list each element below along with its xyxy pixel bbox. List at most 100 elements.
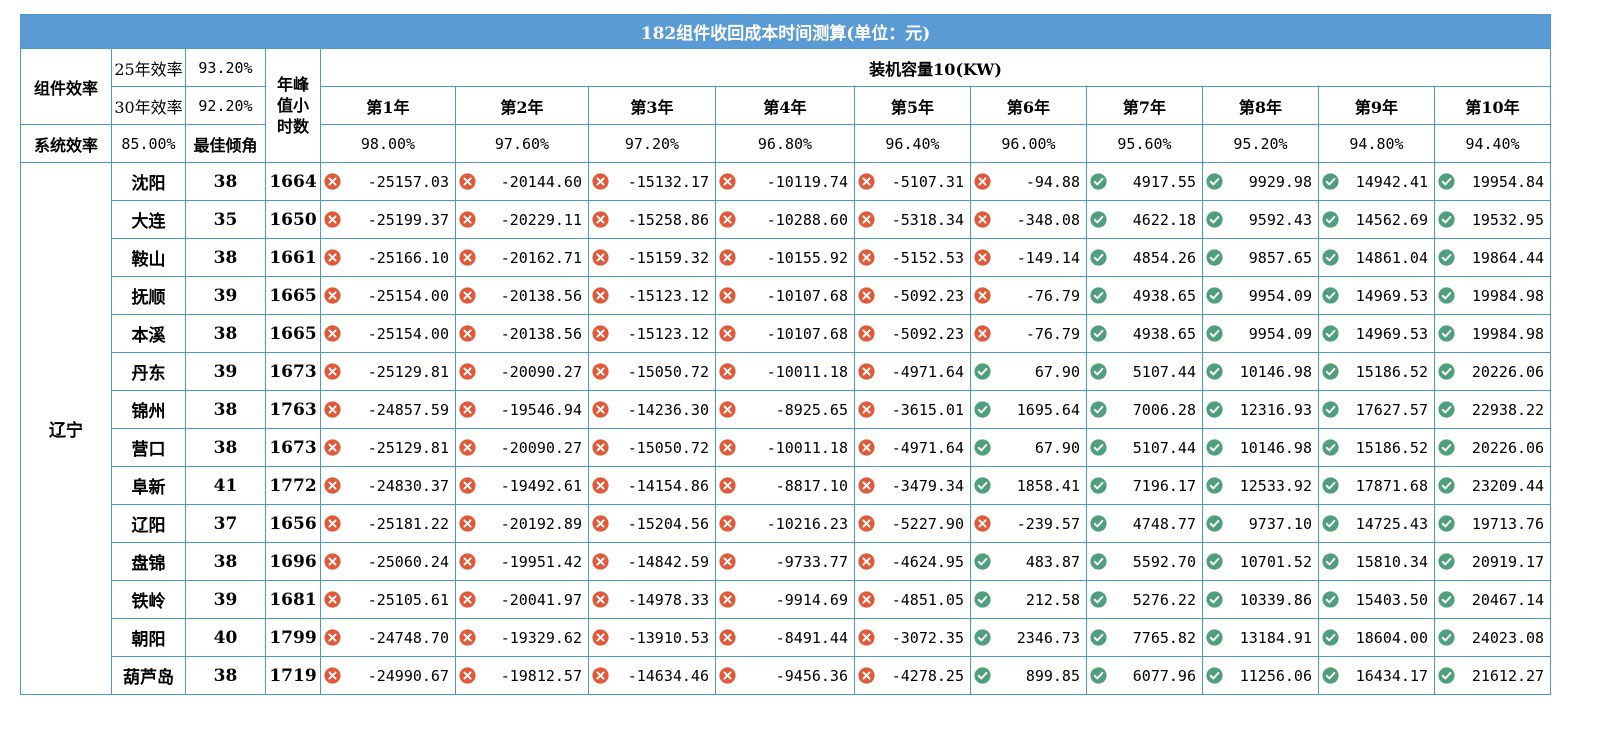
tilt-angle: 38 — [185, 162, 266, 201]
payback-value: 14942.41 — [1355, 172, 1428, 191]
payback-value: -76.79 — [1025, 286, 1080, 305]
x-circle-icon — [592, 629, 609, 646]
peak-hours: 1656 — [265, 504, 321, 543]
payback-value-cell: 4938.65 — [1086, 276, 1203, 315]
payback-value-cell: -25157.03 — [320, 162, 456, 201]
payback-value: -20138.56 — [500, 286, 582, 305]
tilt-angle: 35 — [185, 200, 266, 239]
check-circle-icon — [1438, 363, 1455, 380]
payback-value: -20144.60 — [500, 172, 582, 191]
x-circle-icon — [858, 667, 875, 684]
tilt-angle: 40 — [185, 618, 266, 657]
x-circle-icon — [459, 249, 476, 266]
payback-value: 20467.14 — [1471, 590, 1545, 609]
payback-value-cell: 483.87 — [970, 542, 1087, 581]
table-row: 铁岭 39 1681 -25105.61 -20041.97 -14978.33 -9914… — [21, 580, 1552, 619]
payback-value: -5152.53 — [891, 248, 964, 267]
check-circle-icon — [1206, 515, 1223, 532]
table-row: 盘锦 38 1696 -25060.24 -19951.42 -14842.59 -9733… — [21, 542, 1552, 581]
payback-value: -25157.03 — [367, 172, 449, 191]
x-circle-icon — [719, 591, 736, 608]
payback-value-cell: 10339.86 — [1202, 580, 1319, 619]
payback-value: -10011.18 — [766, 362, 848, 381]
payback-value: -15123.12 — [627, 324, 709, 343]
payback-value-cell: -25181.22 — [320, 504, 456, 543]
table-row: 辽宁 沈阳 38 1664 -25157.03 -20144.60 -15132.17 -10… — [20, 162, 1552, 695]
payback-value: -25166.10 — [367, 248, 449, 267]
payback-value-cell: -20090.27 — [455, 352, 589, 391]
check-circle-icon — [1206, 363, 1223, 380]
eff30-label: 30年效率 — [111, 86, 186, 125]
x-circle-icon — [592, 363, 609, 380]
payback-value: 20919.17 — [1471, 552, 1545, 571]
payback-value: 5276.22 — [1132, 590, 1196, 609]
check-circle-icon — [974, 439, 991, 456]
payback-value: -3072.35 — [891, 628, 964, 647]
x-circle-icon — [459, 401, 476, 418]
table-row: 辽阳 37 1656 -25181.22 -20192.89 -15204.56 -1021… — [21, 504, 1552, 543]
payback-value: 14861.04 — [1355, 248, 1428, 267]
check-circle-icon — [1090, 515, 1107, 532]
payback-value-cell: 9954.09 — [1202, 276, 1319, 315]
x-circle-icon — [459, 211, 476, 228]
payback-value-cell: 7765.82 — [1086, 618, 1203, 657]
payback-value: -15258.86 — [627, 210, 709, 229]
x-circle-icon — [858, 325, 875, 342]
peak-hours: 1665 — [265, 276, 321, 315]
x-circle-icon — [324, 401, 341, 418]
city-name: 本溪 — [111, 314, 186, 353]
tilt-angle: 38 — [185, 542, 266, 581]
check-circle-icon — [1322, 401, 1339, 418]
peak-hours: 1650 — [265, 200, 321, 239]
payback-value-cell: 10146.98 — [1202, 352, 1319, 391]
payback-value: 21612.27 — [1471, 666, 1545, 685]
check-circle-icon — [1322, 553, 1339, 570]
peak-hours: 1661 — [265, 238, 321, 277]
payback-value: 17627.57 — [1355, 400, 1428, 419]
payback-value-cell: -25154.00 — [320, 314, 456, 353]
check-circle-icon — [1322, 591, 1339, 608]
payback-value: 4917.55 — [1132, 172, 1196, 191]
x-circle-icon — [592, 439, 609, 456]
payback-value: 19713.76 — [1471, 514, 1545, 533]
payback-value: 22938.22 — [1471, 400, 1545, 419]
payback-value: 13184.91 — [1239, 628, 1312, 647]
payback-value-cell: -10011.18 — [715, 352, 855, 391]
check-circle-icon — [1322, 667, 1339, 684]
payback-value: 10339.86 — [1239, 590, 1312, 609]
check-circle-icon — [1438, 211, 1455, 228]
payback-value-cell: 19984.98 — [1433, 276, 1552, 315]
city-name: 沈阳 — [111, 162, 186, 201]
x-circle-icon — [324, 591, 341, 608]
payback-value-cell: -76.79 — [970, 314, 1087, 353]
payback-value: 14562.69 — [1355, 210, 1428, 229]
payback-value: 4938.65 — [1132, 324, 1196, 343]
payback-value: -15050.72 — [627, 362, 709, 381]
x-circle-icon — [974, 287, 991, 304]
table-row: 丹东 39 1673 -25129.81 -20090.27 -15050.72 -1001… — [21, 352, 1552, 391]
x-circle-icon — [858, 363, 875, 380]
year-efficiency: 96.00% — [970, 124, 1087, 163]
year-header: 第8年 — [1202, 86, 1319, 125]
payback-value-cell: 24023.08 — [1433, 618, 1552, 657]
payback-value-cell: 67.90 — [970, 352, 1087, 391]
payback-value-cell: -3479.34 — [854, 466, 971, 505]
check-circle-icon — [1206, 211, 1223, 228]
payback-value-cell: -19812.57 — [455, 656, 589, 695]
title-row: 182组件收回成本时间测算(单位：元) — [19, 14, 1552, 49]
payback-value-cell: 4622.18 — [1086, 200, 1203, 239]
payback-value: 12316.93 — [1239, 400, 1312, 419]
x-circle-icon — [858, 249, 875, 266]
payback-value-cell: -15258.86 — [588, 200, 716, 239]
check-circle-icon — [1438, 249, 1455, 266]
check-circle-icon — [1438, 325, 1455, 342]
payback-value: -25154.00 — [367, 324, 449, 343]
payback-value: -25060.24 — [367, 552, 449, 571]
year-header: 第7年 — [1086, 86, 1203, 125]
payback-value: -25129.81 — [367, 438, 449, 457]
payback-value: -25105.61 — [367, 590, 449, 609]
payback-value: -8491.44 — [775, 628, 848, 647]
payback-value: 9592.43 — [1248, 210, 1312, 229]
payback-value: 7006.28 — [1132, 400, 1196, 419]
city-name: 大连 — [111, 200, 186, 239]
